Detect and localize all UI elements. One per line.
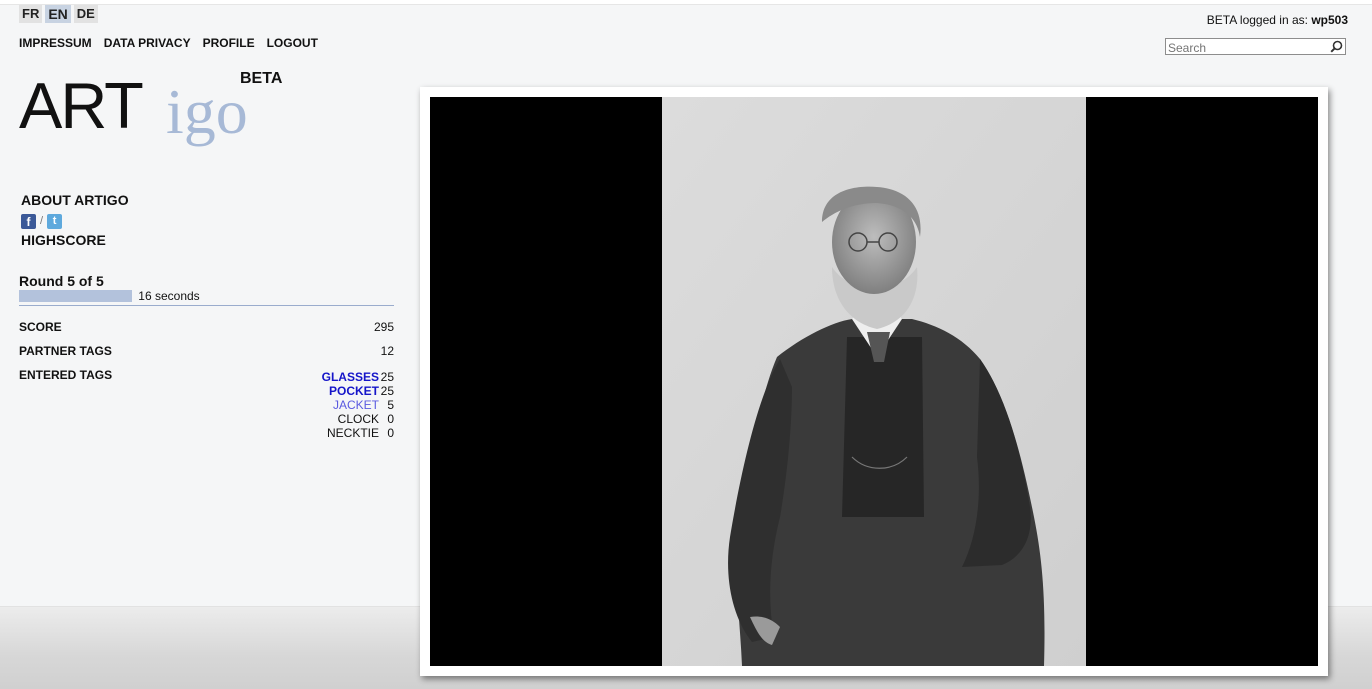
logo-beta: BETA <box>240 70 283 87</box>
entered-tags-label: ENTERED TAGS <box>19 368 113 382</box>
tag-name: CLOCK <box>337 412 379 426</box>
round-indicator: Round 5 of 5 <box>19 273 104 289</box>
score-label: SCORE <box>19 320 62 334</box>
timer-bar: 16 seconds <box>19 290 394 306</box>
social-separator: / <box>40 215 44 227</box>
lang-de[interactable]: DE <box>73 5 98 23</box>
search-icon[interactable] <box>1330 40 1343 53</box>
entered-tags-list: GLASSES 25 POCKET 25 JACKET 5 CLOCK 0 NE… <box>300 370 394 440</box>
tag-points: 25 <box>380 384 394 398</box>
artwork-frame <box>420 87 1328 676</box>
login-username[interactable]: wp503 <box>1311 13 1348 27</box>
tag-name: JACKET <box>332 398 379 412</box>
search-box <box>1165 38 1346 56</box>
language-switcher: FR EN DE <box>19 5 98 23</box>
artwork-image[interactable] <box>430 97 1318 666</box>
artigo-logo[interactable]: ART igo BETA <box>19 70 299 160</box>
score-value: 295 <box>373 320 394 334</box>
logo-art: ART <box>19 69 144 142</box>
tag-name: NECKTIE <box>326 426 379 440</box>
top-nav: IMPRESSUM DATA PRIVACY PROFILE LOGOUT <box>19 36 318 50</box>
tag-item: JACKET 5 <box>300 398 394 412</box>
tag-points: 0 <box>387 412 394 426</box>
nav-impressum[interactable]: IMPRESSUM <box>19 36 92 50</box>
partner-tags-label: PARTNER TAGS <box>19 344 112 358</box>
logo-igo: igo <box>166 76 248 147</box>
tag-item: NECKTIE 0 <box>300 426 394 440</box>
tag-points: 5 <box>387 398 394 412</box>
portrait-photo <box>662 97 1086 666</box>
twitter-icon[interactable]: t <box>47 213 63 229</box>
about-artigo-link[interactable]: ABOUT ARTIGO <box>21 191 129 211</box>
tag-points: 0 <box>387 426 394 440</box>
nav-data-privacy[interactable]: DATA PRIVACY <box>104 36 191 50</box>
lang-fr[interactable]: FR <box>19 5 43 23</box>
lang-en[interactable]: EN <box>45 5 71 23</box>
social-links: f / t <box>21 211 129 231</box>
facebook-icon[interactable]: f <box>21 213 36 229</box>
tag-name: POCKET <box>328 384 379 398</box>
search-input[interactable] <box>1166 40 1330 56</box>
tag-item: CLOCK 0 <box>300 412 394 426</box>
nav-logout[interactable]: LOGOUT <box>267 36 318 50</box>
tag-item: GLASSES 25 <box>300 370 394 384</box>
partner-tags-value: 12 <box>380 344 394 358</box>
highscore-link[interactable]: HIGHSCORE <box>21 231 129 251</box>
top-border <box>0 0 1372 5</box>
timer-text: 16 seconds <box>138 289 200 303</box>
tag-item: POCKET 25 <box>300 384 394 398</box>
nav-profile[interactable]: PROFILE <box>203 36 255 50</box>
tag-points: 25 <box>380 370 394 384</box>
login-prefix: BETA logged in as: <box>1206 13 1308 27</box>
tag-name: GLASSES <box>321 370 379 384</box>
side-links: ABOUT ARTIGO f / t HIGHSCORE <box>21 191 129 251</box>
login-status: BETA logged in as: wp503 <box>1207 13 1348 27</box>
